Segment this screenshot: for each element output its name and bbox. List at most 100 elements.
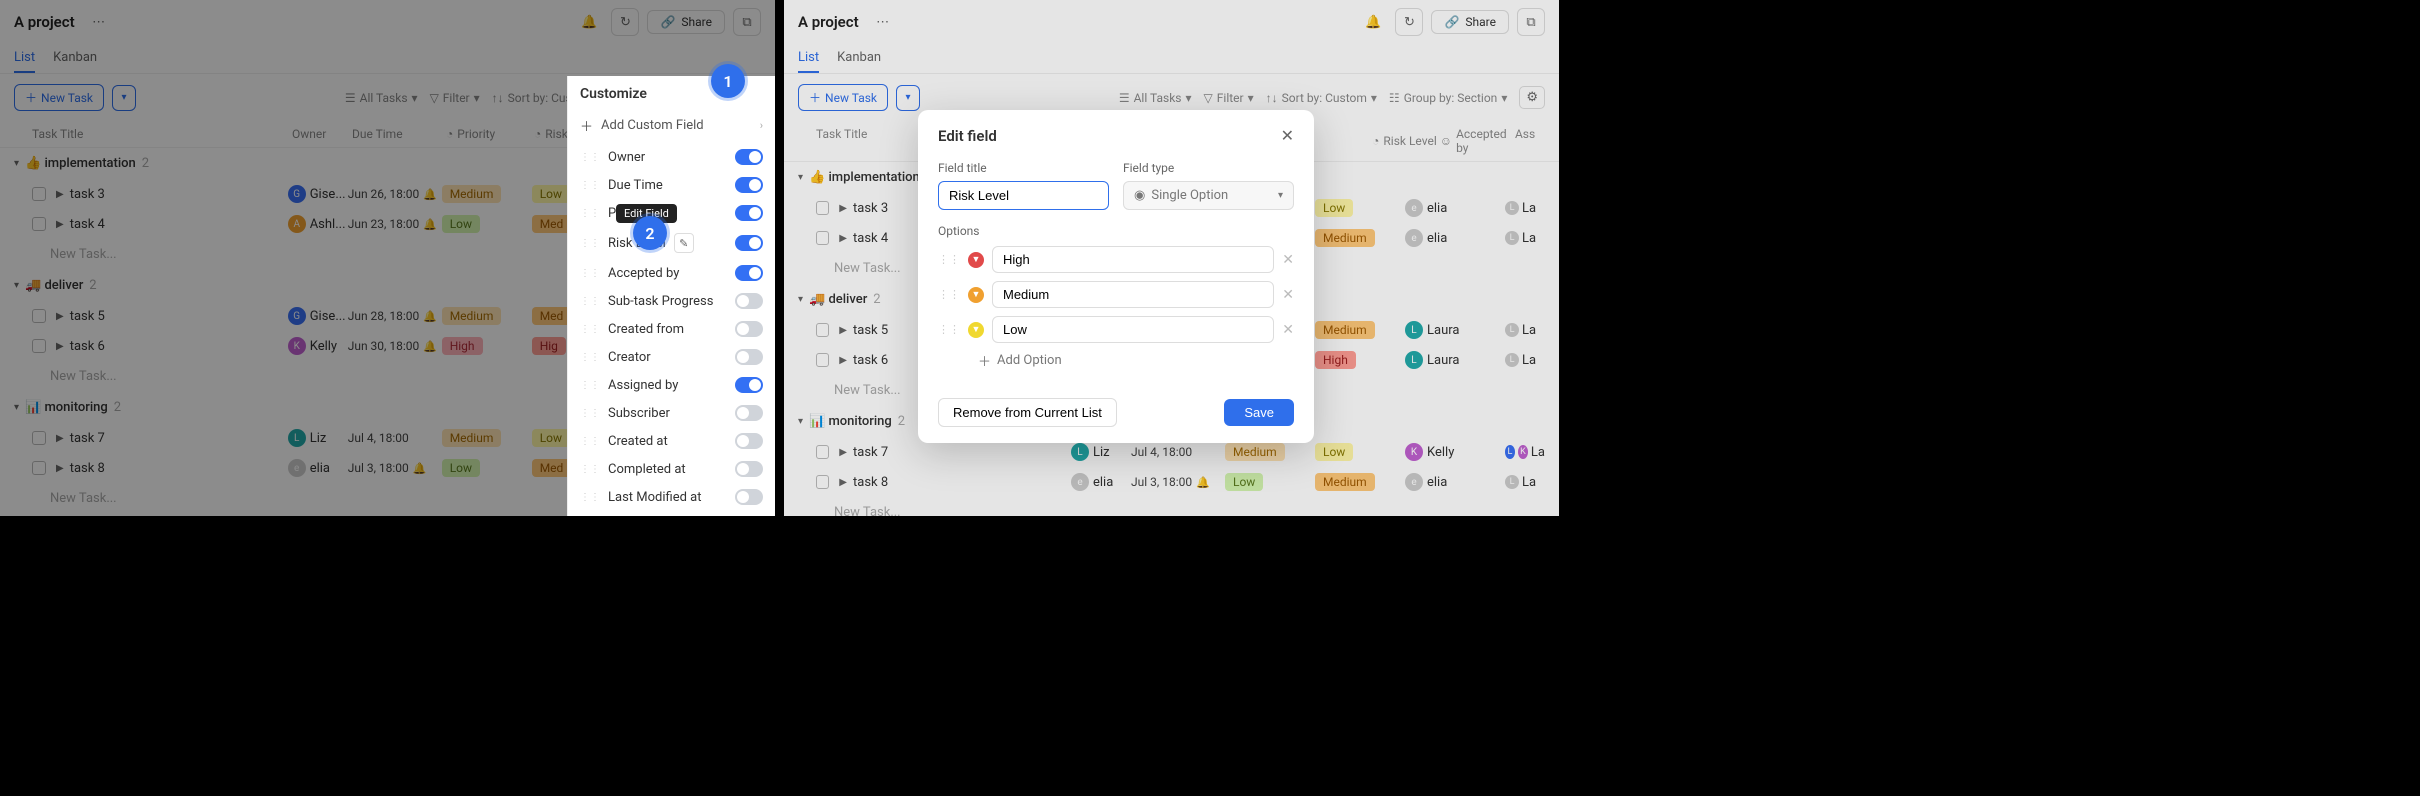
assignee[interactable]: eelia	[288, 459, 348, 477]
customize-field-row[interactable]: ⋮⋮Created from	[568, 315, 775, 343]
customize-field-row[interactable]: ⋮⋮Owner	[568, 143, 775, 171]
customize-field-row[interactable]: ⋮⋮Due Time	[568, 171, 775, 199]
delete-option-icon[interactable]: ✕	[1282, 322, 1294, 338]
option-label-input[interactable]	[992, 246, 1274, 273]
drag-handle-icon[interactable]: ⋮⋮	[580, 380, 600, 391]
drag-handle-icon[interactable]: ⋮⋮	[938, 253, 960, 266]
priority[interactable]: Medium	[442, 307, 532, 325]
priority[interactable]: Medium	[442, 429, 532, 447]
delete-option-icon[interactable]: ✕	[1282, 252, 1294, 268]
all-tasks-filter[interactable]: ☰ All Tasks ▾	[345, 91, 418, 105]
task-title[interactable]: task 6	[70, 339, 288, 354]
expand-icon[interactable]: ▶	[56, 311, 64, 322]
field-toggle[interactable]	[735, 177, 763, 193]
field-toggle[interactable]	[735, 149, 763, 165]
task-title[interactable]: task 8	[70, 461, 288, 476]
task-checkbox[interactable]	[32, 309, 46, 323]
add-option-button[interactable]: ＋ Add Option	[938, 351, 1294, 370]
expand-icon[interactable]: ▶	[56, 189, 64, 200]
drag-handle-icon[interactable]: ⋮⋮	[580, 324, 600, 335]
task-checkbox[interactable]	[32, 187, 46, 201]
expand-icon[interactable]: ▶	[56, 341, 64, 352]
field-toggle[interactable]	[735, 235, 763, 251]
history-icon[interactable]: ↻	[611, 8, 639, 36]
assignee[interactable]: KKelly	[288, 337, 348, 355]
save-button[interactable]: Save	[1224, 399, 1294, 426]
assignee[interactable]: GGise...	[288, 307, 348, 325]
drag-handle-icon[interactable]: ⋮⋮	[938, 323, 960, 336]
task-title[interactable]: task 4	[70, 217, 288, 232]
assignee[interactable]: LLiz	[288, 429, 348, 447]
field-toggle[interactable]	[735, 489, 763, 505]
field-toggle[interactable]	[735, 265, 763, 281]
field-toggle[interactable]	[735, 461, 763, 477]
task-checkbox[interactable]	[32, 339, 46, 353]
expand-icon[interactable]: ▶	[56, 219, 64, 230]
field-toggle[interactable]	[735, 321, 763, 337]
drag-handle-icon[interactable]: ⋮⋮	[580, 152, 600, 163]
field-toggle[interactable]	[735, 405, 763, 421]
drag-handle-icon[interactable]: ⋮⋮	[580, 408, 600, 419]
customize-field-row[interactable]: ⋮⋮Creator	[568, 343, 775, 371]
task-title[interactable]: task 5	[70, 309, 288, 324]
option-label-input[interactable]	[992, 281, 1274, 308]
chevron-down-icon[interactable]: ▾	[14, 402, 19, 413]
tab-list[interactable]: List	[14, 44, 35, 73]
drag-handle-icon[interactable]: ⋮⋮	[580, 238, 600, 249]
drag-handle-icon[interactable]: ⋮⋮	[580, 296, 600, 307]
assignee[interactable]: AAshl...	[288, 215, 348, 233]
customize-field-row[interactable]: ⋮⋮Last Modified at	[568, 483, 775, 511]
new-task-button[interactable]: ＋ New Task	[14, 84, 104, 111]
field-title-input[interactable]	[938, 181, 1109, 210]
assignee[interactable]: GGise...	[288, 185, 348, 203]
task-title[interactable]: task 7	[70, 431, 288, 446]
field-toggle[interactable]	[735, 377, 763, 393]
add-custom-field[interactable]: ＋ Add Custom Field ›	[568, 108, 775, 143]
drag-handle-icon[interactable]: ⋮⋮	[938, 288, 960, 301]
priority[interactable]: Medium	[442, 185, 532, 203]
customize-field-row[interactable]: ⋮⋮Subscriber	[568, 399, 775, 427]
close-icon[interactable]: ✕	[1281, 126, 1294, 145]
customize-field-row[interactable]: ⋮⋮Assigned by	[568, 371, 775, 399]
customize-field-row[interactable]: ⋮⋮Task ID	[568, 511, 775, 516]
drag-handle-icon[interactable]: ⋮⋮	[580, 180, 600, 191]
chevron-down-icon[interactable]: ▾	[14, 158, 19, 169]
tab-kanban[interactable]: Kanban	[53, 44, 97, 73]
drag-handle-icon[interactable]: ⋮⋮	[580, 436, 600, 447]
option-color-picker[interactable]: ▼	[968, 252, 984, 268]
more-icon[interactable]: ⋯	[85, 8, 113, 36]
customize-field-row[interactable]: ⋮⋮Risk Level✎	[568, 227, 775, 259]
expand-icon[interactable]: ▶	[56, 433, 64, 444]
filter-button[interactable]: ▽ Filter ▾	[430, 91, 480, 105]
task-checkbox[interactable]	[32, 431, 46, 445]
new-task-dropdown[interactable]: ▾	[112, 85, 136, 111]
customize-field-row[interactable]: ⋮⋮Completed at	[568, 455, 775, 483]
drag-handle-icon[interactable]: ⋮⋮	[580, 268, 600, 279]
open-window-icon[interactable]: ⧉	[733, 8, 761, 36]
customize-field-row[interactable]: ⋮⋮Accepted by	[568, 259, 775, 287]
field-toggle[interactable]	[735, 205, 763, 221]
share-button[interactable]: 🔗Share	[647, 10, 725, 34]
drag-handle-icon[interactable]: ⋮⋮	[580, 464, 600, 475]
field-toggle[interactable]	[735, 349, 763, 365]
drag-handle-icon[interactable]: ⋮⋮	[580, 352, 600, 363]
field-toggle[interactable]	[735, 433, 763, 449]
task-checkbox[interactable]	[32, 217, 46, 231]
customize-field-row[interactable]: ⋮⋮Created at	[568, 427, 775, 455]
chevron-down-icon[interactable]: ▾	[14, 280, 19, 291]
customize-field-row[interactable]: ⋮⋮Sub-task Progress	[568, 287, 775, 315]
bell-icon[interactable]: 🔔	[575, 8, 603, 36]
edit-field-icon[interactable]: ✎	[674, 233, 694, 253]
priority[interactable]: High	[442, 337, 532, 355]
priority[interactable]: Low	[442, 459, 532, 477]
remove-button[interactable]: Remove from Current List	[938, 398, 1117, 427]
option-color-picker[interactable]: ▼	[968, 322, 984, 338]
drag-handle-icon[interactable]: ⋮⋮	[580, 208, 600, 219]
drag-handle-icon[interactable]: ⋮⋮	[580, 492, 600, 503]
priority[interactable]: Low	[442, 215, 532, 233]
option-label-input[interactable]	[992, 316, 1274, 343]
delete-option-icon[interactable]: ✕	[1282, 287, 1294, 303]
task-title[interactable]: task 3	[70, 187, 288, 202]
expand-icon[interactable]: ▶	[56, 463, 64, 474]
field-toggle[interactable]	[735, 293, 763, 309]
